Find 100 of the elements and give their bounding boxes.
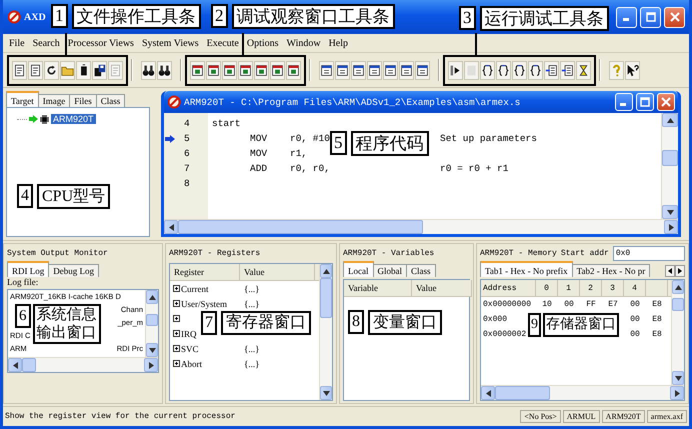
toolbar-button[interactable] — [286, 60, 301, 80]
left-arrow-icon — [168, 224, 174, 230]
toolbar-button[interactable] — [238, 60, 253, 80]
column-header[interactable]: 4 — [624, 280, 646, 296]
toolbar-button[interactable] — [76, 60, 91, 80]
horizontal-scrollbar[interactable] — [164, 219, 678, 234]
scroll-thumb[interactable] — [672, 298, 684, 312]
floppy-icon — [93, 64, 106, 76]
maximize-icon — [640, 97, 650, 107]
scroll-thumb[interactable] — [146, 314, 158, 326]
scroll-left-button[interactable] — [665, 265, 675, 277]
column-header[interactable]: 0 — [536, 280, 558, 296]
menu-item[interactable]: Options — [242, 38, 283, 48]
toolbar-button[interactable] — [157, 60, 172, 80]
horizontal-scrollbar[interactable] — [8, 357, 158, 372]
window-icon — [271, 64, 284, 76]
toolbar-button[interactable] — [92, 60, 107, 80]
toolbar-button[interactable] — [222, 60, 237, 80]
tab[interactable]: Class — [406, 264, 436, 277]
menu-item[interactable]: Processor Views — [64, 38, 138, 48]
expand-icon[interactable] — [173, 360, 180, 367]
expand-icon[interactable] — [173, 315, 180, 322]
expand-icon[interactable] — [173, 330, 180, 337]
toolbar-button[interactable] — [319, 60, 334, 80]
tab[interactable]: Tab2 - Hex - No pr — [572, 264, 650, 277]
vertical-scrollbar[interactable] — [319, 264, 332, 400]
annotation-label: 调试观察窗口工具条 — [232, 4, 394, 29]
toolbar-button[interactable] — [625, 60, 640, 80]
tree-item[interactable]: ARM920T — [51, 114, 96, 124]
column-header[interactable]: 3 — [602, 280, 624, 296]
column-header[interactable]: Address — [481, 280, 536, 296]
scroll-thumb[interactable] — [320, 278, 332, 318]
tab[interactable]: Global — [372, 264, 407, 277]
tab[interactable]: Local — [343, 261, 374, 277]
column-header[interactable]: Value — [240, 264, 315, 280]
scroll-thumb[interactable] — [178, 220, 423, 234]
column-header[interactable]: Register — [170, 264, 240, 280]
tab[interactable]: Target — [6, 91, 39, 107]
menu-item[interactable]: File — [5, 38, 29, 48]
tab[interactable]: RDI Log — [7, 261, 50, 277]
arrow-icon — [29, 115, 38, 123]
pane-title: ARM920T - Variables — [343, 249, 434, 258]
toolbar-button[interactable] — [383, 60, 398, 80]
toolbar-button[interactable] — [270, 60, 285, 80]
expand-icon[interactable] — [173, 345, 180, 352]
tab[interactable]: Files — [69, 94, 97, 107]
tab[interactable]: Debug Log — [48, 264, 99, 277]
toolbar-button[interactable] — [28, 60, 43, 80]
minimize-button[interactable] — [615, 93, 633, 111]
menu-item[interactable]: System Views — [138, 38, 203, 48]
column-header[interactable]: 1 — [558, 280, 580, 296]
scroll-thumb[interactable] — [22, 358, 36, 372]
toolbar-button[interactable] — [12, 60, 27, 80]
window-title: AXD — [24, 12, 46, 22]
column-header[interactable]: Value — [412, 280, 472, 296]
vertical-scrollbar[interactable] — [671, 280, 684, 385]
toolbar-button[interactable] — [141, 60, 156, 80]
annotation-label: 寄存器窗口 — [221, 311, 311, 335]
toolbar-button[interactable] — [254, 60, 269, 80]
status-message: Show the register view for the current processor — [5, 412, 236, 421]
toolbar-button[interactable] — [415, 60, 430, 80]
toolbar-button[interactable] — [44, 60, 59, 80]
menu-item[interactable]: Window — [282, 38, 325, 48]
close-button[interactable] — [664, 6, 685, 28]
menu-item[interactable]: Help — [324, 38, 352, 48]
toolbar-button[interactable] — [399, 60, 414, 80]
close-button[interactable] — [657, 93, 675, 111]
toolbar-button[interactable] — [367, 60, 382, 80]
start-address-field[interactable]: 0x0 — [612, 246, 685, 261]
toolbar-button[interactable] — [576, 60, 591, 80]
expand-icon[interactable] — [173, 300, 180, 307]
toolbar-button[interactable] — [528, 60, 543, 80]
toolbar-button[interactable] — [560, 60, 575, 80]
column-header[interactable]: Variable — [344, 280, 412, 296]
maximize-button[interactable] — [640, 6, 661, 28]
vertical-scrollbar[interactable] — [661, 113, 678, 219]
toolbar-button[interactable] — [496, 60, 511, 80]
scroll-thumb[interactable] — [495, 386, 550, 400]
toolbar-button[interactable] — [544, 60, 559, 80]
vertical-scrollbar[interactable] — [145, 290, 158, 357]
expand-icon[interactable] — [173, 285, 180, 292]
tab[interactable]: Image — [38, 94, 70, 107]
toolbar-button[interactable] — [206, 60, 221, 80]
toolbar-button[interactable] — [480, 60, 495, 80]
column-header[interactable]: 2 — [580, 280, 602, 296]
scroll-thumb[interactable] — [662, 150, 678, 166]
toolbar-button[interactable] — [351, 60, 366, 80]
tab[interactable]: Tab1 - Hex - No prefix — [480, 261, 573, 277]
toolbar-button[interactable] — [448, 60, 463, 80]
toolbar-button[interactable] — [335, 60, 350, 80]
horizontal-scrollbar[interactable] — [481, 385, 684, 400]
menu-item[interactable]: Search — [28, 38, 64, 48]
minimize-button[interactable] — [616, 6, 637, 28]
tab[interactable]: Class — [96, 94, 126, 107]
scroll-right-button[interactable] — [675, 265, 685, 277]
menu-item[interactable]: Execute — [202, 38, 243, 48]
toolbar-button[interactable] — [512, 60, 527, 80]
maximize-button[interactable] — [636, 93, 654, 111]
window-icon — [400, 64, 413, 76]
toolbar-button[interactable] — [190, 60, 205, 80]
